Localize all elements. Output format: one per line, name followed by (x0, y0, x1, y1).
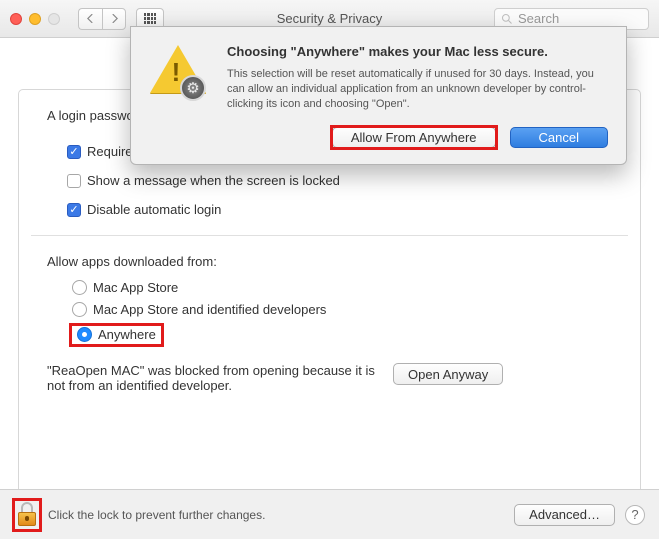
radio-icon (72, 302, 87, 317)
gatekeeper-section: Allow apps downloaded from: Mac App Stor… (19, 250, 640, 393)
nav-buttons (78, 8, 126, 30)
require-password-checkbox[interactable] (67, 145, 81, 159)
blocked-app-text: "ReaOpen MAC" was blocked from opening b… (47, 363, 377, 393)
highlight-allow: Allow From Anywhere (332, 127, 496, 148)
minimize-window-icon[interactable] (29, 13, 41, 25)
gear-icon (180, 75, 206, 101)
back-button[interactable] (78, 8, 102, 30)
disable-auto-login-label: Disable automatic login (87, 202, 221, 217)
radio-identified-devs[interactable]: Mac App Store and identified developers (69, 301, 612, 318)
lock-icon[interactable] (16, 502, 38, 528)
advanced-button[interactable]: Advanced… (514, 504, 615, 526)
allow-from-anywhere-button[interactable]: Allow From Anywhere (332, 127, 496, 148)
window-controls (10, 13, 60, 25)
open-anyway-button[interactable]: Open Anyway (393, 363, 503, 385)
divider (31, 235, 628, 236)
highlight-anywhere: Anywhere (69, 323, 164, 347)
blocked-app-row: "ReaOpen MAC" was blocked from opening b… (47, 363, 612, 393)
confirm-dialog: ! Choosing "Anywhere" makes your Mac les… (130, 26, 627, 165)
warning-icon: ! (148, 43, 208, 99)
dialog-title: Choosing "Anywhere" makes your Mac less … (227, 43, 608, 61)
radio-icon (72, 280, 87, 295)
grid-icon (144, 13, 156, 25)
zoom-window-icon (48, 13, 60, 25)
radio-anywhere[interactable]: Anywhere (74, 326, 159, 343)
gatekeeper-options: Mac App Store Mac App Store and identifi… (69, 279, 612, 347)
radio-mac-app-store[interactable]: Mac App Store (69, 279, 612, 296)
search-icon (501, 13, 513, 25)
close-window-icon[interactable] (10, 13, 22, 25)
lock-message-label: Show a message when the screen is locked (87, 173, 340, 188)
forward-button[interactable] (102, 8, 126, 30)
gatekeeper-heading: Allow apps downloaded from: (47, 254, 612, 269)
lock-message-checkbox[interactable] (67, 174, 81, 188)
dialog-text: This selection will be reset automatical… (227, 67, 608, 113)
help-button[interactable]: ? (625, 505, 645, 525)
disable-auto-login-checkbox[interactable] (67, 203, 81, 217)
footer: Click the lock to prevent further change… (0, 489, 659, 539)
cancel-button[interactable]: Cancel (510, 127, 608, 148)
radio-icon (77, 327, 92, 342)
search-placeholder: Search (518, 11, 559, 26)
highlight-lock (14, 500, 40, 530)
lock-message: Click the lock to prevent further change… (48, 508, 265, 522)
